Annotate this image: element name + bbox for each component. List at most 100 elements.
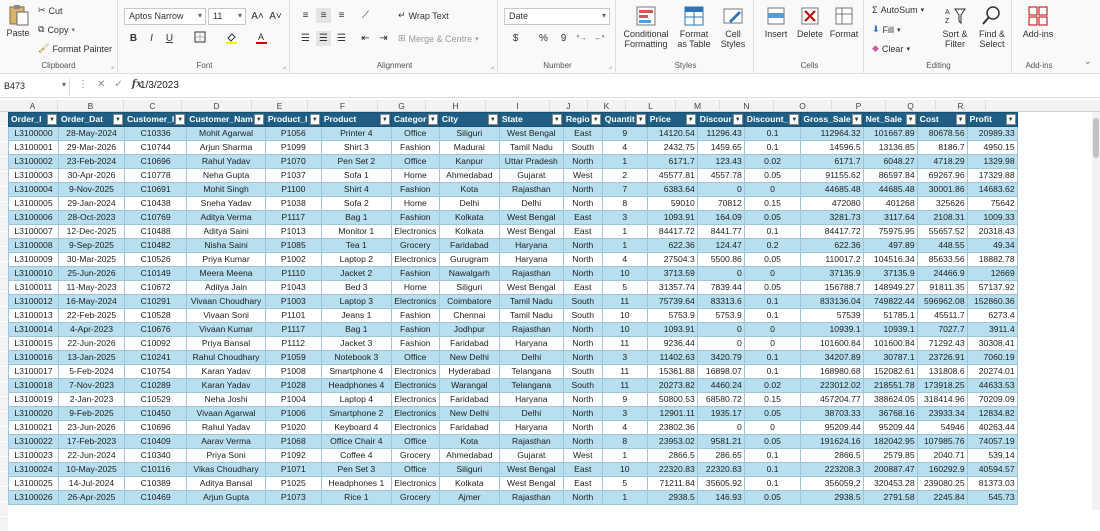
cell[interactable]: 75975.95 — [862, 224, 918, 239]
cell[interactable]: L3100005 — [8, 196, 59, 211]
cell[interactable]: 59010 — [646, 196, 698, 211]
cell[interactable]: 51785.1 — [862, 308, 918, 323]
cell[interactable]: Tea 1 — [320, 238, 392, 253]
row-gutter[interactable] — [0, 427, 8, 441]
shrink-font-button[interactable]: A˅ — [268, 9, 283, 24]
vertical-scrollbar[interactable] — [1092, 112, 1100, 510]
cell[interactable]: North — [562, 154, 603, 169]
cell[interactable]: 0.1 — [743, 476, 802, 491]
column-letter[interactable]: G — [378, 100, 426, 112]
cell[interactable]: Rajasthan — [498, 490, 564, 505]
cell[interactable]: 101600.84 — [862, 336, 918, 351]
cell[interactable]: 57137.92 — [966, 280, 1018, 295]
cell[interactable]: 0.05 — [743, 252, 802, 267]
cell[interactable]: P1003 — [264, 294, 322, 309]
cell[interactable]: C10676 — [123, 322, 188, 337]
cell[interactable]: 1093.91 — [646, 322, 698, 337]
header-9[interactable]: State ▼ — [498, 112, 564, 127]
cell[interactable]: P1092 — [264, 448, 322, 463]
cell[interactable]: P1112 — [264, 336, 322, 351]
cell[interactable]: 0 — [696, 420, 745, 435]
cell[interactable]: Faridabad — [438, 392, 500, 407]
cell[interactable]: Delhi — [498, 196, 564, 211]
cell[interactable]: 16898.07 — [696, 364, 745, 379]
cell[interactable]: 30-Apr-2026 — [58, 168, 125, 183]
insert-button[interactable]: Insert — [760, 5, 792, 39]
cell[interactable]: L3100022 — [8, 434, 59, 449]
cell[interactable]: 22320.83 — [696, 462, 745, 477]
cell[interactable]: 22-Feb-2025 — [58, 308, 125, 323]
cell[interactable]: Kolkata — [438, 210, 500, 225]
cell[interactable]: 4 — [601, 140, 648, 155]
cell[interactable]: Faridabad — [438, 336, 500, 351]
cell[interactable]: 14683.62 — [966, 182, 1018, 197]
cell[interactable]: P1117 — [264, 210, 322, 225]
cell[interactable]: 29-Mar-2026 — [58, 140, 125, 155]
fill-color-icon[interactable] — [224, 31, 239, 46]
cell[interactable]: 70209.09 — [966, 392, 1018, 407]
align-center-icon[interactable]: ☰ — [316, 31, 331, 46]
cell[interactable]: 69267.96 — [916, 168, 968, 183]
cell[interactable]: L3100011 — [8, 280, 59, 295]
cell[interactable]: 44633.53 — [966, 378, 1018, 393]
cell[interactable]: Kota — [438, 182, 500, 197]
cell[interactable]: 152860.36 — [966, 294, 1018, 309]
header-15[interactable]: Gross_Sale ▼ — [800, 112, 864, 127]
cell[interactable]: 10 — [601, 322, 648, 337]
cell[interactable]: C10769 — [123, 210, 188, 225]
cell[interactable]: 0 — [743, 336, 802, 351]
cell[interactable]: L3100003 — [8, 168, 59, 183]
cell[interactable]: P1043 — [264, 280, 322, 295]
cell[interactable]: Mohit Singh — [186, 182, 266, 197]
fill-button[interactable]: ⬇ Fill ▾ — [872, 24, 901, 35]
cell[interactable]: 622.36 — [800, 238, 864, 253]
row-gutter[interactable] — [0, 472, 8, 486]
cell[interactable]: Nisha Saini — [186, 238, 266, 253]
cell[interactable]: 596962.08 — [916, 294, 968, 309]
cell[interactable]: C10438 — [123, 196, 188, 211]
cell[interactable]: Electronics — [390, 252, 440, 267]
header-10[interactable]: Regio ▼ — [562, 112, 603, 127]
cell[interactable]: Laptop 4 — [320, 392, 392, 407]
row-gutter[interactable] — [0, 157, 8, 171]
cell[interactable]: 0.05 — [743, 210, 802, 225]
cell[interactable]: 11296.43 — [696, 126, 745, 141]
cell[interactable]: Haryana — [498, 238, 564, 253]
dialog-launcher-icon[interactable]: ⌟ — [491, 62, 494, 70]
row-gutter[interactable] — [0, 172, 8, 186]
cell[interactable]: Nawalgarh — [438, 266, 500, 281]
header-2[interactable]: Order_Dat ▼ — [58, 112, 125, 127]
cell[interactable]: 9 — [601, 392, 648, 407]
cell[interactable]: 101667.89 — [862, 126, 918, 141]
cell[interactable]: L3100019 — [8, 392, 59, 407]
cell[interactable]: L3100021 — [8, 420, 59, 435]
cell[interactable]: 0.1 — [743, 140, 802, 155]
cell[interactable]: L3100020 — [8, 406, 59, 421]
cell[interactable]: 3 — [601, 350, 648, 365]
cell[interactable]: 6171.7 — [646, 154, 698, 169]
cell[interactable]: 0.05 — [743, 490, 802, 505]
copy-button[interactable]: ⧉ Copy ▾ — [38, 24, 75, 35]
cell[interactable]: 9581.21 — [696, 434, 745, 449]
cell[interactable]: 45577.81 — [646, 168, 698, 183]
cell[interactable]: Haryana — [498, 420, 564, 435]
cell[interactable]: 2432.75 — [646, 140, 698, 155]
cell[interactable]: 223012.02 — [800, 378, 864, 393]
header-17[interactable]: Cost ▼ — [916, 112, 968, 127]
cell[interactable]: 325626 — [916, 196, 968, 211]
row-gutter[interactable] — [0, 352, 8, 366]
header-14[interactable]: Discount_ ▼ — [743, 112, 802, 127]
cell[interactable]: P1110 — [264, 266, 322, 281]
header-16[interactable]: Net_Sale ▼ — [862, 112, 918, 127]
cell[interactable]: 81373.03 — [966, 476, 1018, 491]
cell[interactable]: 0 — [743, 420, 802, 435]
cell[interactable]: 9-Nov-2025 — [58, 182, 125, 197]
column-letter[interactable]: E — [252, 100, 308, 112]
filter-dropdown-icon[interactable]: ▼ — [113, 114, 123, 125]
cell[interactable]: L3100010 — [8, 266, 59, 281]
cell[interactable]: 1 — [601, 154, 648, 169]
cell[interactable]: Ahmedabad — [438, 448, 500, 463]
cell[interactable]: Notebook 3 — [320, 350, 392, 365]
cell[interactable]: P1073 — [264, 490, 322, 505]
merge-centre-button[interactable]: ⊞ Merge & Centre ▾ — [398, 33, 479, 44]
